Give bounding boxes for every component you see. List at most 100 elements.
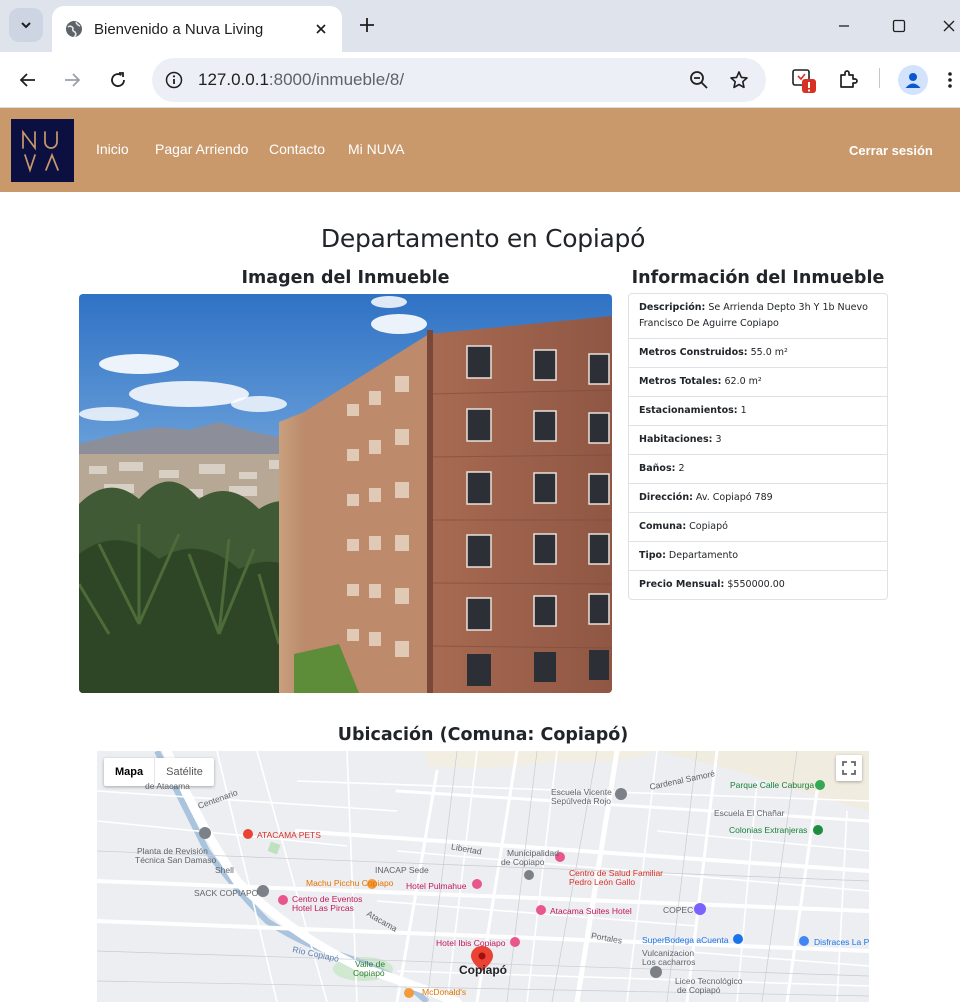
info-value: Av. Copiapó 789 xyxy=(695,492,773,503)
arrow-right-icon xyxy=(65,73,81,87)
info-label: Metros Totales: xyxy=(639,376,722,387)
map-poi-label[interactable]: SuperBodega aCuenta xyxy=(642,936,729,945)
nav-link-contacto[interactable]: Contacto xyxy=(269,141,325,157)
globe-icon xyxy=(66,21,82,38)
map-label: SACK COPIAPO xyxy=(194,888,259,898)
building-photo xyxy=(79,294,612,693)
close-icon xyxy=(316,24,326,34)
minimize-icon xyxy=(839,25,849,27)
info-metros-construidos: Metros Construidos: 55.0 m² xyxy=(629,339,887,368)
url-host: 127.0.0.1 xyxy=(198,70,269,89)
info-label: Baños: xyxy=(639,463,676,474)
info-heading: Información del Inmueble xyxy=(631,268,885,288)
reload-icon xyxy=(111,72,125,87)
site-navbar: Inicio Pagar Arriendo Contacto Mi NUVA C… xyxy=(0,108,960,192)
map-poi-label[interactable]: Hotel Ibis Copiapo xyxy=(436,939,505,948)
info-value: 62.0 m² xyxy=(724,376,762,387)
info-descripcion: Descripción: Se Arrienda Depto 3h Y 1b N… xyxy=(629,294,887,339)
map-poi-label[interactable]: Pedro León Gallo xyxy=(569,878,635,887)
map-label: Escuela El Chañar xyxy=(714,808,785,818)
map-poi-label[interactable]: Machu Picchu Copiapo xyxy=(306,879,393,888)
map-label: Técnica San Damaso xyxy=(135,855,217,865)
nav-link-inicio[interactable]: Inicio xyxy=(96,141,129,157)
site-info-button[interactable] xyxy=(162,68,186,92)
tab-close-button[interactable] xyxy=(310,18,332,40)
nav-link-pagar-arriendo[interactable]: Pagar Arriendo xyxy=(155,141,248,157)
location-map[interactable]: Mapa Satélite de Atacama Centenario Plan… xyxy=(97,751,869,1002)
property-info-list: Descripción: Se Arrienda Depto 3h Y 1b N… xyxy=(628,293,888,600)
close-icon xyxy=(943,20,955,32)
page-title: Departamento en Copiapó xyxy=(320,224,646,253)
property-image xyxy=(79,294,612,693)
map-label: COPEC xyxy=(663,905,694,915)
back-button[interactable] xyxy=(14,66,42,94)
bookmark-button[interactable] xyxy=(726,67,752,93)
browser-tab[interactable]: Bienvenido a Nuva Living xyxy=(52,6,342,52)
info-label: Metros Construidos: xyxy=(639,347,748,358)
map-poi-label[interactable]: Parque Calle Caburga xyxy=(730,781,814,790)
url-text: 127.0.0.1:8000/inmueble/8/ xyxy=(198,70,686,90)
map-label: Copiapó xyxy=(353,968,385,978)
tab-search-button[interactable] xyxy=(9,8,43,42)
zoom-button[interactable] xyxy=(686,67,712,93)
map-city-label: Copiapó xyxy=(459,963,507,977)
info-precio-mensual: Precio Mensual: $550000.00 xyxy=(629,571,887,599)
forward-button[interactable] xyxy=(58,66,86,94)
info-value: 55.0 m² xyxy=(750,347,788,358)
map-poi-label[interactable]: Colonias Extranjeras xyxy=(729,826,807,835)
map-fullscreen-button[interactable] xyxy=(836,755,862,781)
logout-link[interactable]: Cerrar sesión xyxy=(849,143,933,158)
nav-link-mi-nuva[interactable]: Mi NUVA xyxy=(348,141,405,157)
extension-alert-button[interactable] xyxy=(790,66,818,94)
info-label: Precio Mensual: xyxy=(639,579,725,590)
map-label: Los cacharros xyxy=(642,957,696,967)
info-icon xyxy=(165,71,183,89)
fullscreen-icon xyxy=(842,761,856,775)
info-value: 3 xyxy=(715,434,722,445)
info-estacionamientos: Estacionamientos: 1 xyxy=(629,397,887,426)
minimize-button[interactable] xyxy=(832,14,856,38)
map-label: INACAP Sede xyxy=(375,865,429,875)
plus-icon xyxy=(360,18,374,32)
map-poi-label[interactable]: Atacama Suites Hotel xyxy=(550,907,632,916)
profile-button[interactable] xyxy=(898,65,928,95)
info-value: Copiapó xyxy=(689,521,728,532)
map-label: Sepúlveda Rojo xyxy=(551,796,612,806)
nuva-logo-mark xyxy=(21,128,59,173)
map-label: Shell xyxy=(215,865,234,875)
map-poi-label[interactable]: Disfraces La P xyxy=(814,938,869,947)
info-label: Tipo: xyxy=(639,550,666,561)
info-label: Habitaciones: xyxy=(639,434,713,445)
info-value: 2 xyxy=(678,463,685,474)
maximize-button[interactable] xyxy=(887,14,911,38)
nuva-logo[interactable] xyxy=(11,119,74,182)
map-label: de Copiapo xyxy=(501,857,545,867)
arrow-left-icon xyxy=(19,73,35,87)
info-label: Comuna: xyxy=(639,521,687,532)
reload-button[interactable] xyxy=(104,66,132,94)
map-poi-label[interactable]: Hotel Pulmahue xyxy=(406,882,466,891)
browser-tab-bar: Bienvenido a Nuva Living xyxy=(0,0,960,52)
extensions-button[interactable] xyxy=(834,66,862,94)
info-tipo: Tipo: Departamento xyxy=(629,542,887,571)
more-vert-icon[interactable] xyxy=(942,70,958,90)
info-comuna: Comuna: Copiapó xyxy=(629,513,887,542)
info-value: 1 xyxy=(740,405,747,416)
address-bar[interactable]: 127.0.0.1:8000/inmueble/8/ xyxy=(152,58,766,102)
close-window-button[interactable] xyxy=(937,14,960,38)
new-tab-button[interactable] xyxy=(354,12,380,38)
zoom-out-icon xyxy=(690,71,708,89)
map-poi-label[interactable]: Hotel Las Pircas xyxy=(292,904,354,913)
info-habitaciones: Habitaciones: 3 xyxy=(629,426,887,455)
map-label: de Atacama xyxy=(145,781,190,791)
info-direccion: Dirección: Av. Copiapó 789 xyxy=(629,484,887,513)
map-poi-label[interactable]: ATACAMA PETS xyxy=(257,831,321,840)
toolbar-separator xyxy=(879,68,880,88)
info-metros-totales: Metros Totales: 62.0 m² xyxy=(629,368,887,397)
map-poi-label[interactable]: McDonald's xyxy=(422,988,466,997)
star-icon xyxy=(730,71,748,89)
info-value: $550000.00 xyxy=(727,579,785,590)
map-heading: Ubicación (Comuna: Copiapó) xyxy=(337,725,629,745)
browser-toolbar: 127.0.0.1:8000/inmueble/8/ xyxy=(0,52,960,108)
tab-title: Bienvenido a Nuva Living xyxy=(94,20,264,38)
